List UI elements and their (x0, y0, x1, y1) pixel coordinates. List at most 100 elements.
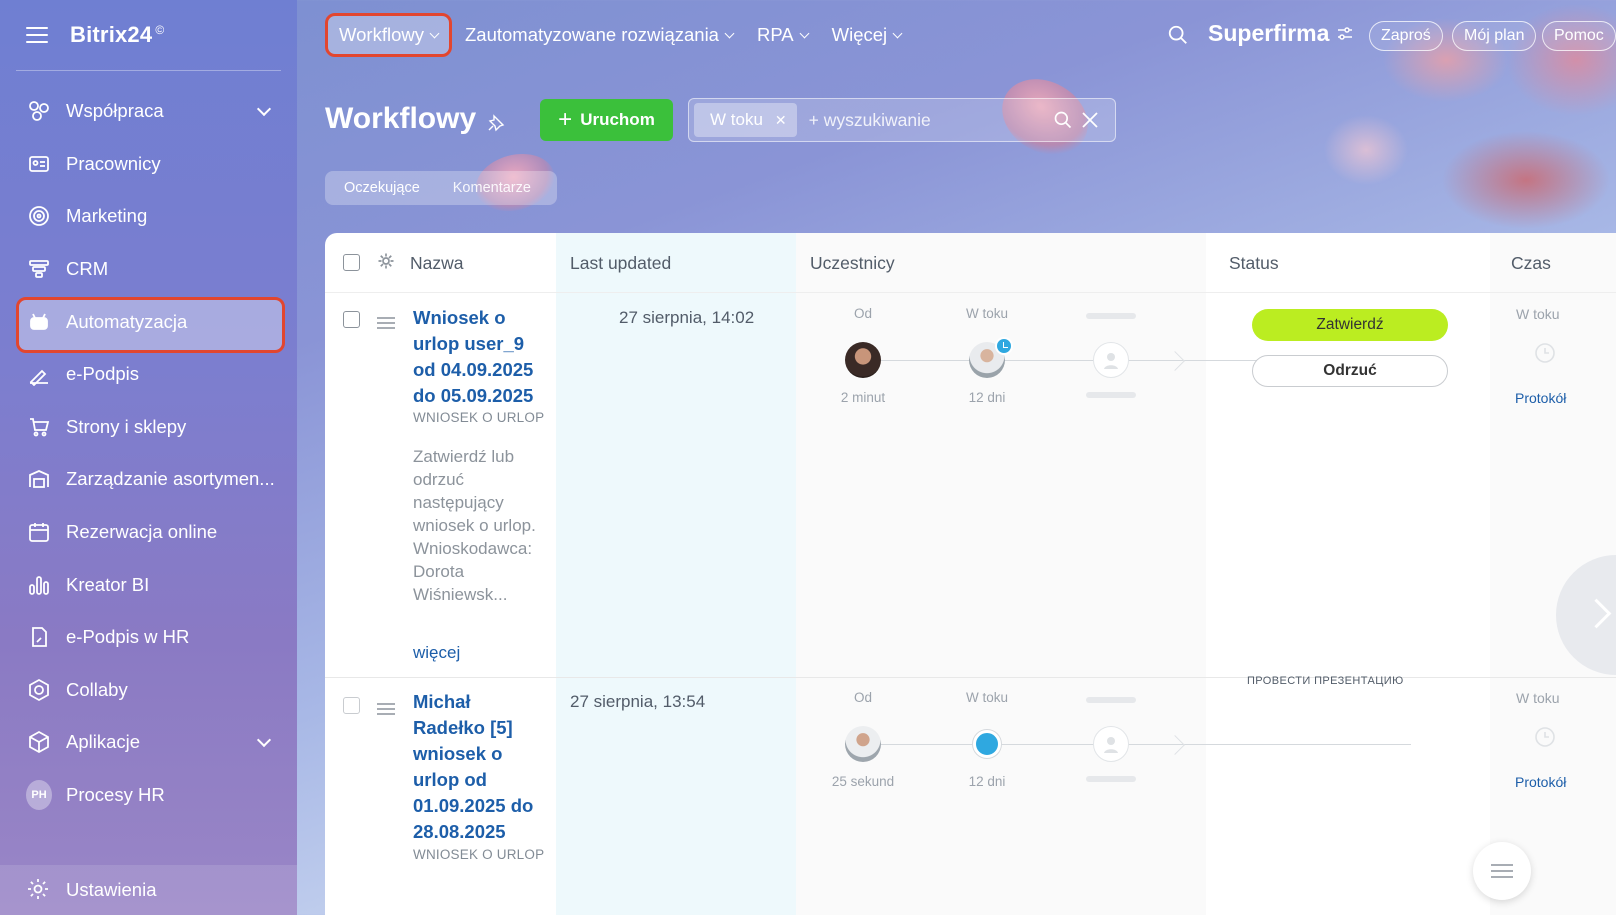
stage-time: 12 dni (968, 774, 1006, 789)
list-menu-button[interactable] (1473, 842, 1531, 900)
clock-icon (995, 337, 1013, 355)
sidebar-item-strony[interactable]: Strony i sklepy (0, 401, 297, 454)
invite-button[interactable]: Zaproś (1369, 21, 1443, 51)
funnel-icon (26, 256, 52, 282)
tab-label: Zautomatyzowane rozwiązania (464, 24, 719, 45)
sidebar-item-epodpis-hr[interactable]: e-Podpis w HR (0, 611, 297, 664)
tab-komentarze[interactable]: Komentarze (420, 180, 531, 196)
search-icon[interactable] (1167, 24, 1189, 46)
drag-handle-icon[interactable] (377, 317, 395, 329)
tab-wiecej[interactable]: Więcej (832, 24, 903, 46)
header-uczestnicy[interactable]: Uczestnicy (810, 253, 895, 274)
filter-search[interactable]: W toku ✕ + wyszukiwanie (688, 98, 1116, 142)
select-all-checkbox[interactable] (343, 254, 360, 271)
header-last-updated[interactable]: Last updated (570, 253, 671, 274)
pen-sign-icon (26, 361, 52, 387)
robot-icon (26, 309, 52, 335)
sidebar-item-label: Kreator BI (66, 573, 150, 595)
sidebar-item-label: Rezerwacja online (66, 521, 218, 543)
stage-time: 25 sekund (831, 774, 895, 789)
sub-tabs: Oczekujące Komentarze (325, 171, 557, 205)
chevron-down-icon (724, 28, 735, 38)
sidebar-item-wspolpraca[interactable]: Współpraca (0, 85, 297, 138)
stage-label: Od (853, 690, 872, 705)
sidebar-item-collaby[interactable]: Collaby (0, 664, 297, 717)
gear-icon[interactable] (377, 252, 395, 270)
row-checkbox[interactable] (343, 697, 360, 714)
last-updated: 27 sierpnia, 14:02 (619, 308, 755, 327)
help-button[interactable]: Pomoc (1542, 21, 1616, 51)
approve-button[interactable]: Zatwierdź (1252, 309, 1448, 341)
sidebar-item-rezerwacja[interactable]: Rezerwacja online (0, 506, 297, 559)
sidebar-item-epodpis[interactable]: e-Podpis (0, 348, 297, 401)
protocol-link[interactable]: Protokół (1515, 390, 1566, 406)
logo[interactable]: Bitrix24 © (70, 22, 164, 48)
workflow-type: WNIOSEK O URLOP (413, 847, 545, 862)
header-czas[interactable]: Czas (1511, 253, 1551, 274)
avatar[interactable] (845, 342, 881, 378)
header-status[interactable]: Status (1229, 253, 1279, 274)
tab-rpa[interactable]: RPA (756, 24, 810, 46)
progress-line (881, 744, 1411, 745)
sidebar-item-marketing[interactable]: Marketing (0, 190, 297, 243)
workflow-type: WNIOSEK O URLOP (413, 410, 545, 425)
sidebar-item-aplikacje[interactable]: Aplikacje (0, 716, 297, 769)
clear-icon[interactable] (1081, 111, 1099, 129)
row-checkbox[interactable] (343, 311, 360, 328)
tab-workflowy[interactable]: Workflowy (325, 13, 452, 57)
tab-oczekujace[interactable]: Oczekujące (325, 180, 420, 196)
chevron-down-icon (429, 28, 440, 38)
document-sign-icon (26, 624, 52, 650)
placeholder-bar (1086, 776, 1136, 782)
placeholder-bar (1086, 392, 1136, 398)
chevron-down-icon[interactable] (256, 101, 272, 117)
id-card-icon (26, 151, 52, 177)
clock-icon (973, 730, 1001, 758)
sidebar-item-ustawienia[interactable]: Ustawienia (0, 865, 297, 915)
workflow-description: Zatwierdź lub odrzuć następujący wniosek… (413, 447, 536, 604)
more-link[interactable]: więcej (413, 643, 460, 663)
sidebar-item-procesy-hr[interactable]: PH Procesy HR (0, 769, 297, 822)
header-nazwa[interactable]: Nazwa (410, 253, 464, 274)
tab-label: Workflowy (339, 24, 424, 45)
avatar[interactable] (845, 726, 881, 762)
time-status: W toku (1516, 690, 1560, 706)
sidebar-item-automatyzacja[interactable]: Automatyzacja (0, 295, 297, 353)
empty-avatar (1093, 342, 1129, 378)
sidebar-item-asortyment[interactable]: Zarządzanie asortymen... (0, 453, 297, 506)
company-name[interactable]: Superfirma (1208, 20, 1353, 47)
my-plan-button[interactable]: Mój plan (1452, 21, 1537, 51)
divider (325, 677, 1616, 678)
sidebar-item-kreator-bi[interactable]: Kreator BI (0, 558, 297, 611)
sidebar-item-label: Zarządzanie asortymen... (66, 468, 275, 490)
menu-icon[interactable] (26, 27, 48, 43)
top-nav: Workflowy Zautomatyzowane rozwiązania RP… (297, 13, 925, 57)
drag-handle-icon[interactable] (377, 703, 395, 715)
sidebar-item-crm[interactable]: CRM (0, 243, 297, 296)
chat-bubbles-icon (26, 98, 52, 124)
run-button[interactable]: + Uruchom (540, 99, 673, 141)
search-icon[interactable] (1053, 110, 1073, 130)
sidebar-item-label: Współpraca (66, 100, 164, 122)
search-input[interactable]: + wyszukiwanie (809, 110, 931, 131)
last-updated: 27 sierpnia, 13:54 (570, 692, 706, 711)
column-bg (796, 233, 1206, 915)
reject-button[interactable]: Odrzuć (1252, 355, 1448, 387)
sidebar-item-pracownicy[interactable]: Pracownicy (0, 138, 297, 191)
tab-zautomatyzowane[interactable]: Zautomatyzowane rozwiązania (464, 24, 735, 46)
close-icon[interactable]: ✕ (775, 112, 787, 129)
sidebar-item-label: Procesy HR (66, 784, 165, 806)
hexagon-icon (26, 677, 52, 703)
chevron-down-icon[interactable] (256, 733, 272, 748)
workflow-name-link[interactable]: Wniosek o urlop user_9 od 04.09.2025 do … (413, 305, 543, 409)
pin-icon[interactable] (487, 114, 505, 132)
tab-label: RPA (756, 24, 794, 45)
settings-sliders-icon (1338, 26, 1353, 40)
stage-time: 2 minut (840, 390, 886, 405)
divider (16, 70, 281, 71)
placeholder-bar (1086, 313, 1136, 319)
filter-chip-label: W toku (710, 110, 763, 129)
protocol-link[interactable]: Protokół (1515, 774, 1566, 790)
filter-chip[interactable]: W toku ✕ (694, 103, 797, 137)
workflow-name-link[interactable]: Michał Radełko [5] wniosek o urlop od 01… (413, 689, 543, 845)
